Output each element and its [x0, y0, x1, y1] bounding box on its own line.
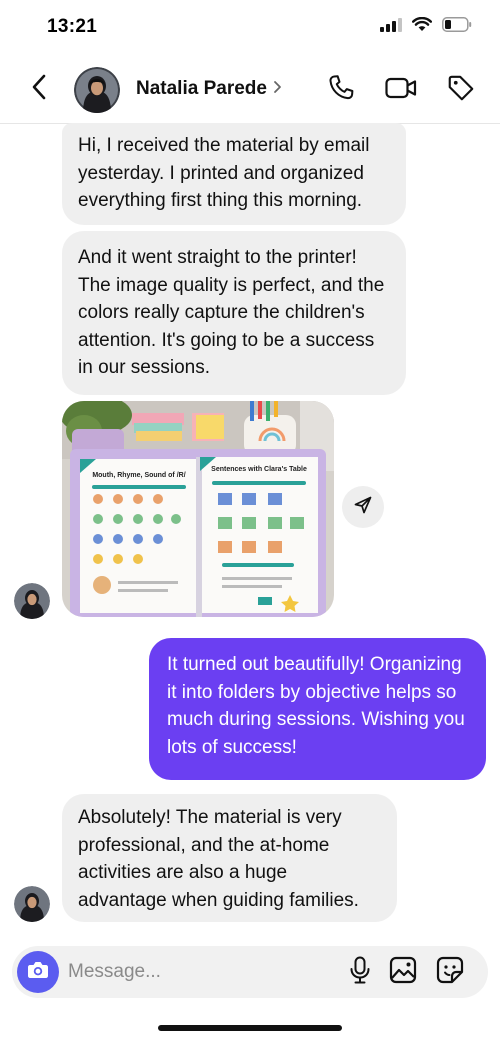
gallery-icon [389, 956, 417, 989]
status-bar: 13:21 [0, 0, 500, 56]
sticker-icon [436, 956, 464, 989]
sender-avatar[interactable] [14, 886, 50, 922]
sender-avatar[interactable] [14, 583, 50, 619]
message-text: Absolutely! The material is very profess… [78, 807, 359, 911]
camera-icon [27, 960, 49, 985]
left-page-title: Mouth, Rhyme, Sound of /R/ [92, 472, 185, 479]
header-actions [324, 73, 478, 107]
tag-button[interactable] [444, 73, 478, 107]
message-text: And it went straight to the printer! The… [78, 247, 385, 378]
battery-icon [442, 17, 472, 37]
signal-icon [380, 17, 402, 37]
shared-photo[interactable]: Mouth, Rhyme, Sound of /R/ Sentences wit… [62, 401, 334, 617]
camera-button[interactable] [17, 951, 59, 993]
wifi-icon [412, 16, 432, 37]
incoming-message[interactable]: And it went straight to the printer! The… [62, 231, 406, 395]
message-text: Hi, I received the material by email yes… [78, 135, 370, 211]
message-composer [12, 946, 488, 998]
incoming-message[interactable]: Absolutely! The material is very profess… [62, 794, 397, 922]
send-arrow-icon [353, 495, 373, 520]
microphone-icon [349, 956, 371, 989]
incoming-message[interactable]: Hi, I received the material by email yes… [62, 123, 406, 225]
back-button[interactable] [22, 72, 56, 106]
chat-header: Natalia Parede [0, 56, 500, 124]
chevron-right-icon [273, 80, 282, 99]
video-call-button[interactable] [384, 73, 418, 107]
outgoing-message[interactable]: It turned out beautifully! Organizing it… [149, 638, 486, 780]
contact-avatar[interactable] [74, 67, 120, 113]
contact-name-button[interactable]: Natalia Parede [136, 78, 282, 100]
forward-button[interactable] [342, 486, 384, 528]
sticker-button[interactable] [436, 956, 464, 989]
status-time: 13:21 [47, 16, 98, 37]
back-chevron-icon [31, 74, 47, 105]
tag-icon [446, 73, 476, 108]
home-indicator[interactable] [158, 1025, 342, 1031]
gallery-button[interactable] [389, 956, 417, 989]
voice-call-button[interactable] [324, 73, 358, 107]
message-input[interactable] [68, 954, 338, 990]
status-icons [380, 16, 472, 37]
phone-icon [326, 73, 356, 108]
voice-message-button[interactable] [346, 956, 374, 989]
contact-name: Natalia Parede [136, 78, 267, 99]
message-text: It turned out beautifully! Organizing it… [167, 654, 465, 758]
video-icon [385, 75, 417, 106]
right-page-title: Sentences with Clara's Table [211, 466, 307, 473]
